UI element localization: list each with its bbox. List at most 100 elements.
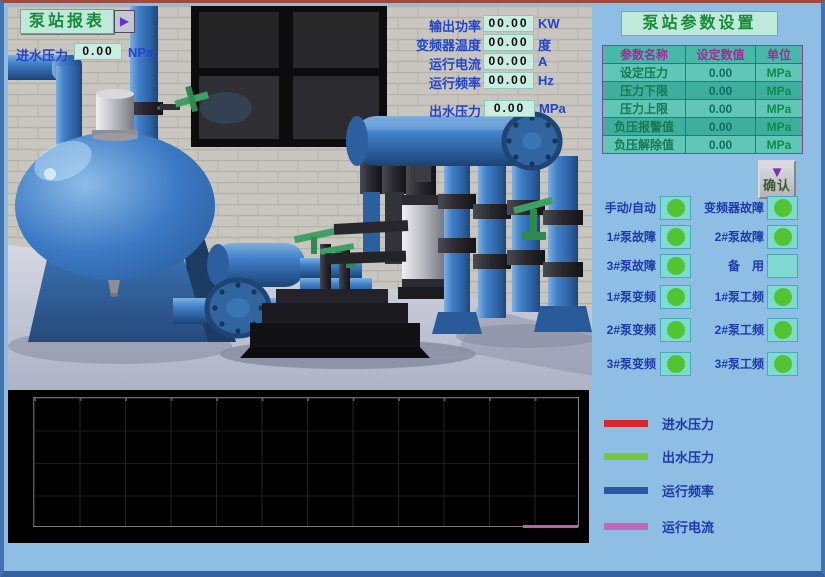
param-value-field[interactable]: 0.00 xyxy=(686,136,756,154)
param-name: 压力下限 xyxy=(603,82,686,100)
lamp-pump3-vfd xyxy=(660,352,691,376)
table-row: 压力上限 0.00 MPa xyxy=(603,100,803,118)
lamp-pump3-fault xyxy=(660,254,691,278)
legend-label-run-frequency: 运行频率 xyxy=(662,481,714,500)
legend-label-outlet-pressure: 出水压力 xyxy=(662,447,714,466)
inlet-pressure-unit: NPa xyxy=(128,45,153,60)
lamp-dot xyxy=(774,199,792,217)
lamp-dot xyxy=(667,288,685,306)
run-current-unit: A xyxy=(538,54,547,69)
table-row: 负压解除值 0.00 MPa xyxy=(603,136,803,154)
status-row: 3#泵故障 备 用 xyxy=(4,254,825,278)
status-row: 1#泵变频 1#泵工频 xyxy=(4,285,825,309)
status-label-pump1-mains: 1#泵工频 xyxy=(690,285,764,309)
table-row: 设定压力 0.00 MPa xyxy=(603,64,803,82)
status-row: 手动/自动 变频器故障 xyxy=(4,196,825,220)
status-row: 1#泵故障 2#泵故障 xyxy=(4,225,825,249)
status-label-pump3-vfd: 3#泵变频 xyxy=(590,352,656,376)
trend-chart xyxy=(8,390,589,543)
output-power-label: 输出功率 xyxy=(381,16,481,35)
param-unit: MPa xyxy=(756,64,803,82)
status-label-pump3-mains: 3#泵工频 xyxy=(690,352,764,376)
tank-top-vent xyxy=(92,89,138,141)
run-current-value: 00.00 xyxy=(483,53,534,70)
param-value-field[interactable]: 0.00 xyxy=(686,64,756,82)
run-current-label: 运行电流 xyxy=(381,54,481,73)
param-unit: MPa xyxy=(756,100,803,118)
lamp-dot xyxy=(774,321,792,339)
legend-swatch-run-frequency xyxy=(604,487,648,494)
status-label-pump1-vfd: 1#泵变频 xyxy=(590,285,656,309)
inlet-pressure-value: 0.00 xyxy=(74,43,122,60)
confirm-label: 确认 xyxy=(763,179,791,192)
col-header-value: 设定数值 xyxy=(686,46,756,64)
lamp-dot xyxy=(774,355,792,373)
param-name: 设定压力 xyxy=(603,64,686,82)
lamp-dot xyxy=(667,228,685,246)
param-value-field[interactable]: 0.00 xyxy=(686,118,756,136)
trend-plot-area xyxy=(33,397,579,527)
param-unit: MPa xyxy=(756,82,803,100)
settings-table: 参数名称 设定数值 单位 设定压力 0.00 MPa 压力下限 0.00 MPa… xyxy=(602,45,803,154)
lamp-dot xyxy=(774,228,792,246)
param-name: 负压解除值 xyxy=(603,136,686,154)
status-label-manual-auto: 手动/自动 xyxy=(590,196,656,220)
lamp-pump2-fault xyxy=(767,225,798,249)
legend-label-run-current: 运行电流 xyxy=(662,517,714,536)
param-value-field[interactable]: 0.00 xyxy=(686,100,756,118)
status-label-pump2-mains: 2#泵工频 xyxy=(690,318,764,342)
legend-swatch-inlet-pressure xyxy=(604,420,648,427)
lamp-pump1-mains xyxy=(767,285,798,309)
lamp-pump1-vfd xyxy=(660,285,691,309)
plot-top-ticks xyxy=(34,398,578,401)
status-label-pump2-vfd: 2#泵变频 xyxy=(590,318,656,342)
inverter-temp-unit: 度 xyxy=(538,35,551,54)
status-label-pump2-fault: 2#泵故障 xyxy=(690,225,764,249)
run-frequency-label: 运行频率 xyxy=(381,73,481,92)
col-header-name: 参数名称 xyxy=(603,46,686,64)
status-row: 2#泵变频 2#泵工频 xyxy=(4,318,825,342)
lamp-vfd-fault xyxy=(767,196,798,220)
lamp-dot xyxy=(667,199,685,217)
lamp-dot xyxy=(667,355,685,373)
run-frequency-value: 00.00 xyxy=(483,72,534,89)
param-unit: MPa xyxy=(756,136,803,154)
status-label-vfd-fault: 变频器故障 xyxy=(690,196,764,220)
table-row: 负压报警值 0.00 MPa xyxy=(603,118,803,136)
legend-swatch-run-current xyxy=(604,523,648,530)
play-icon[interactable]: ▶ xyxy=(114,10,135,33)
output-power-unit: KW xyxy=(538,16,560,31)
col-header-unit: 单位 xyxy=(756,46,803,64)
lamp-dot xyxy=(667,257,685,275)
lamp-dot xyxy=(774,288,792,306)
lamp-spare xyxy=(767,254,798,278)
output-power-value: 00.00 xyxy=(483,15,534,32)
report-button[interactable]: 泵站报表 xyxy=(20,9,114,34)
param-unit: MPa xyxy=(756,118,803,136)
settings-panel-title: 泵站参数设置 xyxy=(621,11,778,36)
confirm-button[interactable]: ▼ 确认 xyxy=(758,160,796,199)
legend-swatch-outlet-pressure xyxy=(604,453,648,460)
outlet-pressure-value: 0.00 xyxy=(484,100,535,117)
status-row: 3#泵变频 3#泵工频 xyxy=(4,352,825,376)
param-name: 负压报警值 xyxy=(603,118,686,136)
lamp-manual-auto xyxy=(660,196,691,220)
outlet-pressure-unit: MPa xyxy=(539,101,566,116)
lamp-pump3-mains xyxy=(767,352,798,376)
lamp-pump1-fault xyxy=(660,225,691,249)
outlet-pressure-label: 出水压力 xyxy=(381,101,481,120)
lamp-dot xyxy=(667,321,685,339)
status-label-pump1-fault: 1#泵故障 xyxy=(590,225,656,249)
lamp-pump2-mains xyxy=(767,318,798,342)
param-value-field[interactable]: 0.00 xyxy=(686,82,756,100)
legend-label-inlet-pressure: 进水压力 xyxy=(662,414,714,433)
status-label-spare: 备 用 xyxy=(690,254,764,278)
run-frequency-unit: Hz xyxy=(538,73,554,88)
inlet-pressure-label: 进水压力 xyxy=(16,45,68,64)
param-name: 压力上限 xyxy=(603,100,686,118)
pump-station-hmi-screen: 泵站报表 ▶ 进水压力 0.00 NPa 输出功率 00.00 KW 变频器温度… xyxy=(0,0,825,577)
inverter-temp-label: 变频器温度 xyxy=(381,35,481,54)
status-label-pump3-fault: 3#泵故障 xyxy=(590,254,656,278)
run-current-trace xyxy=(523,525,578,528)
inverter-temp-value: 00.00 xyxy=(483,34,534,51)
